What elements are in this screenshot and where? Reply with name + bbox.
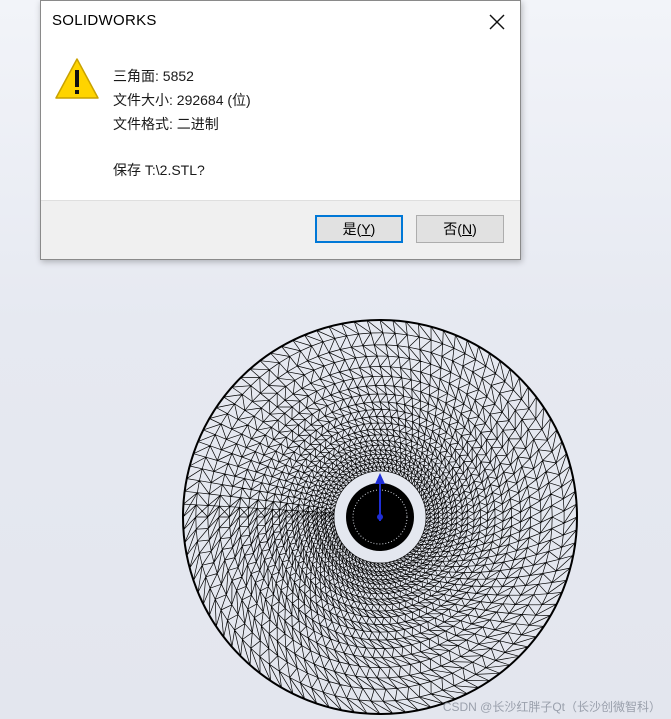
close-icon (489, 14, 505, 30)
close-button[interactable] (474, 1, 520, 43)
warning-icon (55, 58, 99, 99)
origin-point (377, 514, 383, 520)
save-stl-dialog: SOLIDWORKS 三角面: 5852 文件大小: 292684 (位) 文件… (40, 0, 521, 260)
axis-arrow-icon (375, 473, 385, 484)
triangle-count-text: 三角面: 5852 (113, 68, 194, 84)
yes-button[interactable]: 是(Y) (315, 215, 403, 243)
dialog-button-bar: 是(Y) 否(N) (41, 200, 520, 259)
dialog-titlebar[interactable]: SOLIDWORKS (41, 1, 520, 43)
no-button[interactable]: 否(N) (416, 215, 504, 243)
dialog-title: SOLIDWORKS (52, 12, 157, 29)
file-size-text: 文件大小: 292684 (位) (113, 92, 251, 108)
watermark-text: CSDN @长沙红胖子Qt（长沙创微智科） (442, 700, 661, 714)
save-prompt-text: 保存 T:\2.STL? (113, 162, 205, 178)
file-format-text: 文件格式: 二进制 (113, 116, 219, 132)
